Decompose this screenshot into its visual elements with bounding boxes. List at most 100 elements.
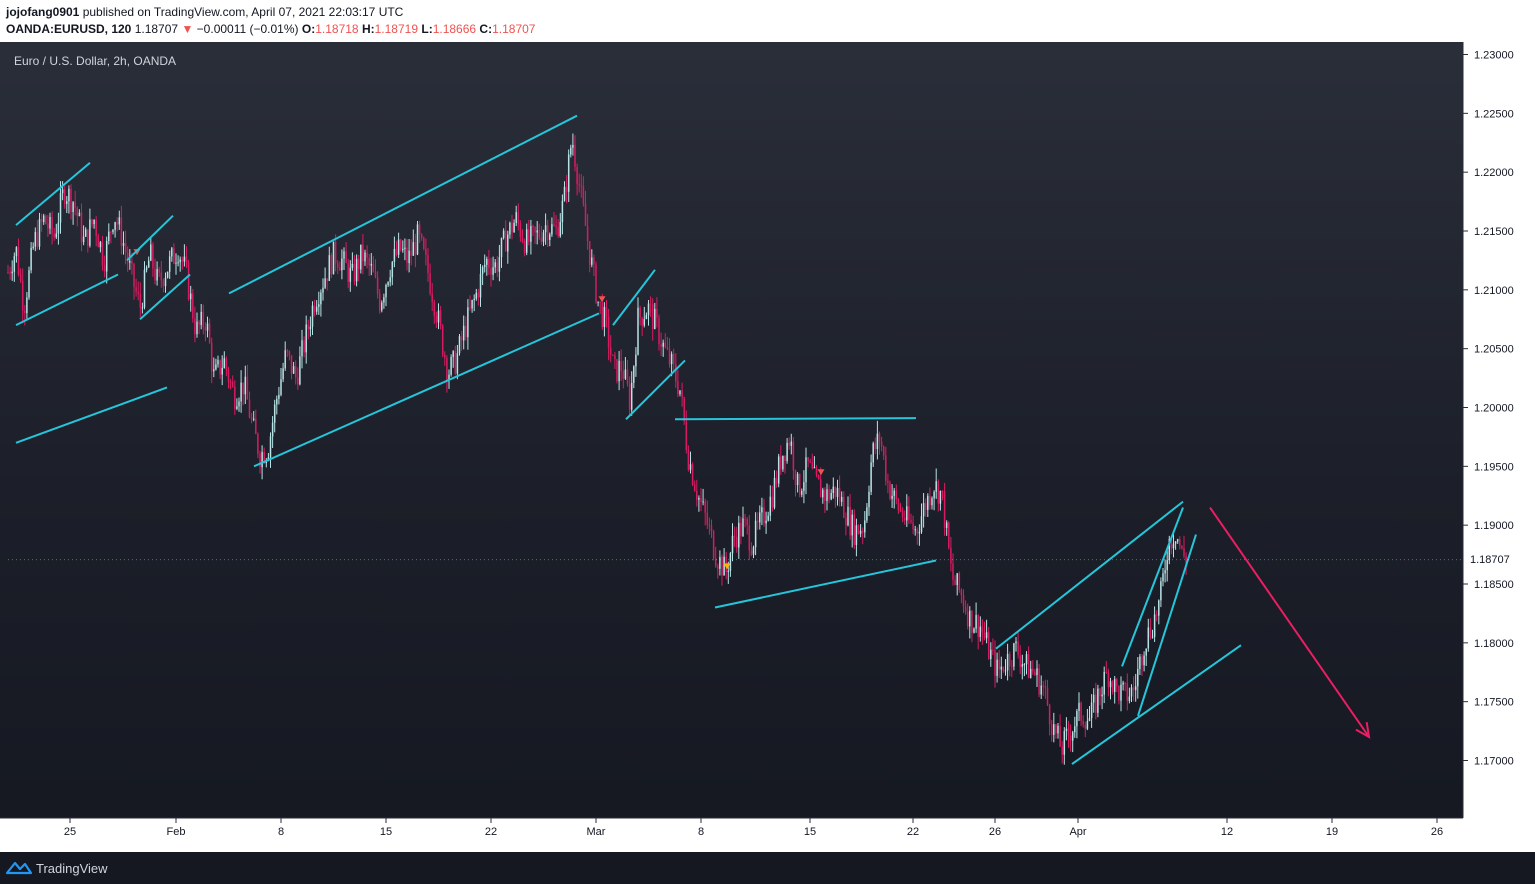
- candle-body: [1130, 687, 1133, 697]
- trendline[interactable]: [126, 214, 174, 262]
- candle-body: [868, 491, 870, 508]
- candle-body: [943, 491, 946, 528]
- trendline[interactable]: [674, 417, 917, 421]
- time-axis-panel[interactable]: [0, 818, 1463, 852]
- candle-body: [1143, 655, 1145, 666]
- candle-body: [1113, 679, 1116, 692]
- candle-body: [105, 240, 108, 272]
- candle-body: [990, 649, 992, 660]
- candle-body: [509, 222, 511, 235]
- candle-body: [1181, 545, 1183, 549]
- plot-area[interactable]: [7, 133, 1187, 765]
- candle-body: [838, 487, 841, 502]
- trendline[interactable]: [625, 359, 686, 420]
- candle-body: [1000, 666, 1003, 670]
- candle-body: [452, 351, 454, 358]
- candle-body: [1002, 666, 1005, 671]
- candle-body: [790, 441, 793, 446]
- candle-body: [595, 264, 597, 302]
- candle-body: [1013, 643, 1015, 667]
- candle-body: [110, 231, 112, 233]
- candle-body: [630, 382, 633, 410]
- candle-body: [1107, 672, 1110, 688]
- tradingview-brand[interactable]: TradingView: [6, 859, 108, 877]
- candle-body: [383, 297, 385, 303]
- candle-body: [523, 241, 526, 253]
- candle-body: [1019, 655, 1021, 667]
- trendline[interactable]: [1121, 507, 1184, 667]
- candle-body: [834, 486, 837, 497]
- y-tick-label: 1.18000: [1474, 638, 1514, 650]
- candle-body: [34, 232, 37, 247]
- candle-body: [1023, 664, 1026, 666]
- candle-body: [1120, 684, 1122, 701]
- candle-body: [223, 358, 226, 368]
- candle-body: [1126, 683, 1129, 701]
- candle-body: [276, 398, 278, 405]
- candle-body: [731, 535, 734, 554]
- candle-body: [137, 291, 139, 294]
- candle-body: [200, 311, 202, 325]
- trendline[interactable]: [228, 114, 578, 295]
- candle-body: [887, 480, 889, 483]
- candle-body: [578, 184, 580, 186]
- candle-body: [782, 455, 784, 470]
- candle-body: [303, 340, 305, 353]
- candle-body: [861, 530, 864, 533]
- candle-body: [80, 212, 83, 243]
- trendline[interactable]: [714, 559, 937, 609]
- x-tick-label: 26: [989, 826, 1001, 838]
- candle-body: [502, 230, 505, 238]
- candle-body: [1151, 636, 1154, 638]
- candle-body: [1166, 560, 1168, 571]
- price-axis-panel[interactable]: [1463, 42, 1535, 852]
- candle-body: [108, 231, 110, 241]
- candle-body: [845, 517, 847, 526]
- candle-body: [1080, 702, 1082, 721]
- bearish-arrow[interactable]: [1209, 506, 1370, 738]
- candle-body: [1183, 548, 1185, 557]
- trendline[interactable]: [15, 386, 168, 444]
- candle-body: [903, 517, 906, 521]
- candle-body: [13, 256, 16, 272]
- candle-body: [462, 325, 465, 341]
- trendline[interactable]: [15, 273, 119, 327]
- candle-body: [320, 292, 322, 305]
- candle-body: [66, 201, 68, 205]
- candle-body: [360, 244, 362, 270]
- candle-body: [1025, 654, 1028, 665]
- candle-body: [32, 246, 34, 248]
- candle-body: [973, 628, 975, 633]
- candle-body: [26, 297, 28, 314]
- candle-body: [215, 364, 217, 370]
- candle-body: [492, 267, 494, 275]
- price-axis[interactable]: 1.23000 1.22500 1.22000 1.21500 1.21000 1.205…: [1462, 42, 1535, 852]
- x-tick-label: 15: [804, 826, 816, 838]
- candle-body: [691, 464, 694, 485]
- candle-body: [145, 267, 148, 270]
- candle-body: [1082, 720, 1084, 725]
- price-chart[interactable]: Euro / U.S. Dollar, 2h, OANDA 1.230001.2…: [0, 0, 1535, 852]
- candle-body: [343, 251, 345, 259]
- candle-body: [647, 303, 650, 316]
- candle-body: [82, 236, 85, 243]
- candle-body: [59, 193, 62, 223]
- candle-body: [635, 354, 637, 367]
- candle-body: [189, 293, 192, 300]
- candle-body: [236, 406, 238, 409]
- candle-body: [609, 347, 612, 355]
- candle-body: [242, 382, 244, 395]
- candle-body: [162, 280, 165, 287]
- candle-body: [515, 212, 517, 223]
- candle-body: [1040, 685, 1042, 695]
- candle-body: [378, 293, 381, 311]
- candle-body: [322, 287, 324, 293]
- time-axis[interactable]: 25 Feb 8 15 22 Mar 8 15 22 26 Apr 12 19 26: [0, 817, 1463, 852]
- candle-body: [147, 260, 150, 268]
- candle-body: [633, 366, 635, 383]
- candle-body: [74, 202, 76, 208]
- candle-body: [152, 244, 154, 269]
- y-tick-label: 1.17000: [1474, 756, 1514, 768]
- x-tick-label: Feb: [167, 826, 186, 838]
- candle-body: [618, 360, 620, 382]
